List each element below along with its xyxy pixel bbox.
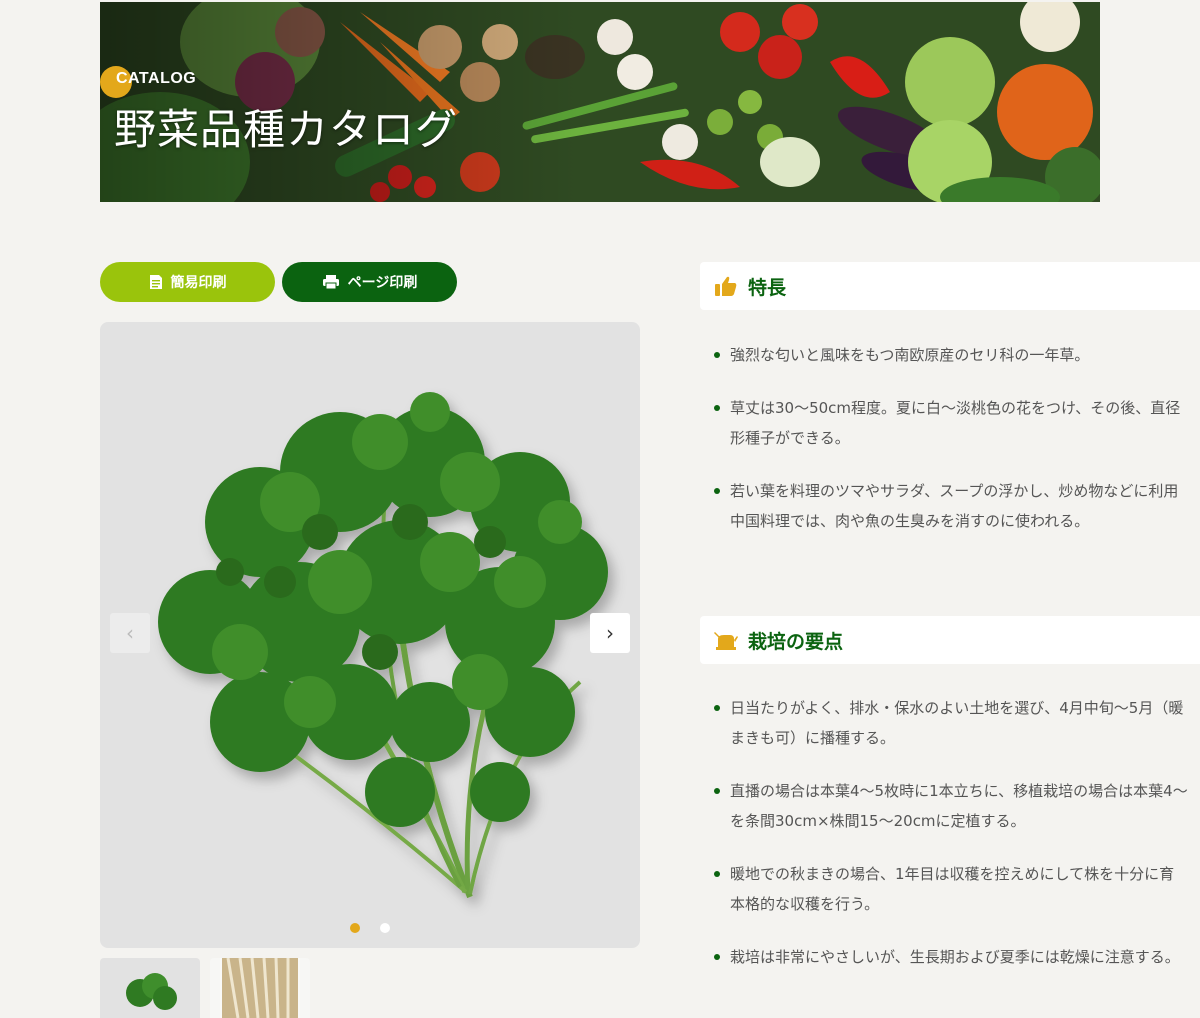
page-print-label: ページ印刷 [347, 275, 418, 291]
thumbnail-1[interactable] [100, 958, 200, 1018]
document-icon [149, 274, 163, 290]
simple-print-button[interactable]: 簡易印刷 [100, 262, 275, 302]
carousel-pagination [100, 923, 640, 933]
features-list: 強烈な匂いと風味をもつ南欧原産のセリ科の一年草。 草丈は30～50cm程度。夏に… [712, 340, 1200, 559]
printer-icon [322, 274, 340, 290]
list-item: 栽培は非常にやさしいが、生長期および夏季には乾燥に注意する。 [712, 942, 1200, 972]
carousel-dot-1[interactable] [350, 923, 360, 933]
thumbnail-2[interactable] [210, 958, 310, 1018]
list-item: 日当たりがよく、排水・保水のよい土地を選び、4月中旬～5月（暖 まきも可）に播種… [712, 693, 1200, 753]
list-item: 強烈な匂いと風味をもつ南欧原産のセリ科の一年草。 [712, 340, 1200, 370]
carousel-dot-2[interactable] [380, 923, 390, 933]
watering-can-icon [714, 628, 738, 652]
list-item: 若い葉を料理のツマやサラダ、スープの浮かし、炒め物などに利用 中国料理では、肉や… [712, 476, 1200, 536]
list-item: 暖地での秋まきの場合、1年目は収穫を控えめにして株を十分に育 本格的な収穫を行う… [712, 859, 1200, 919]
list-item: 草丈は30～50cm程度。夏に白～淡桃色の花をつけ、その後、直径 形種子ができる… [712, 393, 1200, 453]
features-title: 特長 [748, 276, 787, 299]
simple-print-label: 簡易印刷 [170, 275, 227, 291]
list-item: 直播の場合は本葉4～5枚時に1本立ちに、移植栽培の場合は本葉4～ を条間30cm… [712, 776, 1200, 836]
thumbs-up-icon [714, 274, 738, 298]
carousel-prev-button[interactable]: ‹ [110, 613, 150, 653]
features-header: 特長 [700, 262, 1200, 310]
cultivation-header: 栽培の要点 [700, 616, 1200, 664]
thumbnail-strip [100, 958, 310, 1018]
carousel-next-button[interactable]: › [590, 613, 630, 653]
cultivation-list: 日当たりがよく、排水・保水のよい土地を選び、4月中旬～5月（暖 まきも可）に播種… [712, 693, 1200, 995]
catalog-eyebrow: CATALOG [116, 70, 197, 87]
page-print-button[interactable]: ページ印刷 [282, 262, 457, 302]
page-title: 野菜品種カタログ [114, 105, 459, 154]
cultivation-title: 栽培の要点 [748, 630, 844, 653]
image-carousel[interactable]: ‹ › [100, 322, 640, 948]
hero-banner: CATALOG 野菜品種カタログ [100, 2, 1100, 202]
coriander-photo [158, 392, 608, 899]
